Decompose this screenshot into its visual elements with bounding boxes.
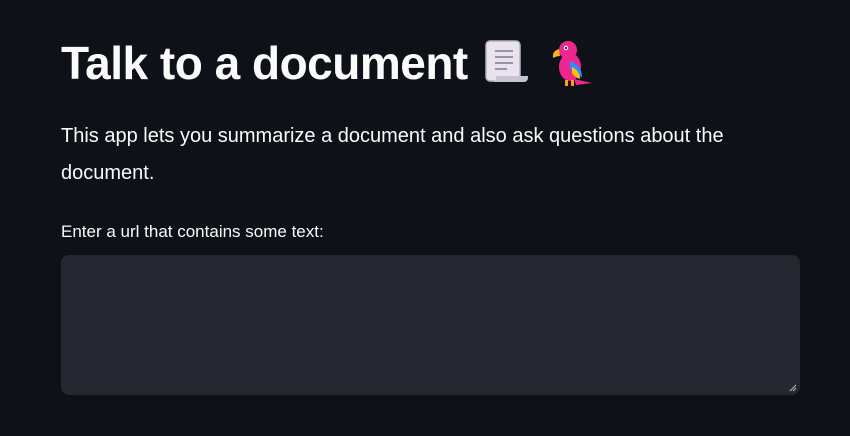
resize-handle-icon[interactable]	[789, 384, 797, 392]
page-title-text: Talk to a document	[61, 37, 468, 89]
url-textarea-container	[61, 255, 800, 395]
parrot-icon	[548, 37, 596, 89]
page-title: Talk to a document	[61, 30, 596, 96]
app-description: This app lets you summarize a document a…	[61, 125, 724, 184]
scroll-icon	[484, 37, 532, 89]
url-input-label: Enter a url that contains some text:	[61, 222, 324, 241]
url-textarea[interactable]	[61, 255, 800, 395]
